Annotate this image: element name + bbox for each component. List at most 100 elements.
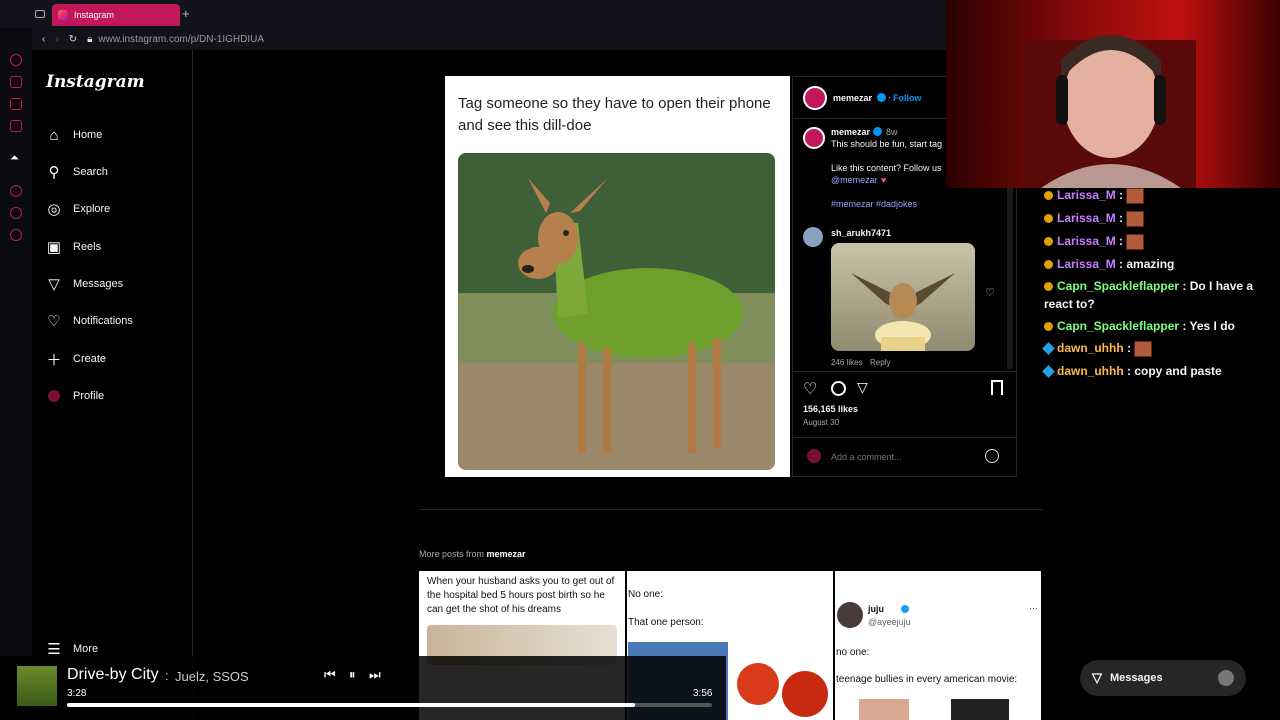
instagram-sidebar <box>32 50 193 720</box>
tomato-image <box>782 671 828 717</box>
browser-sidebar: ⏶ <box>0 0 32 720</box>
more-posts-heading: More posts from memezar <box>419 549 526 559</box>
author-name[interactable]: memezar <box>833 93 872 103</box>
tile-text: That one person: <box>628 617 704 628</box>
chat-message: Capn_Spackleflapper : Do I have a react … <box>1044 277 1264 313</box>
tile-text: When your husband asks you to get out of… <box>427 576 615 615</box>
caption-mention[interactable]: @memezar <box>831 175 878 185</box>
verified-icon <box>873 127 882 136</box>
more-post-tile[interactable]: juju @ayeejuju ··· no one: teenage bulli… <box>835 571 1041 720</box>
nav-notifications[interactable]: ♡ Notifications <box>45 312 133 330</box>
save-icon[interactable] <box>991 380 1003 395</box>
likes-count[interactable]: 156,165 likes <box>803 404 858 414</box>
plus-icon: ＋ <box>46 351 62 369</box>
nav-create[interactable]: ＋ Create <box>45 350 106 369</box>
chat-text: copy and paste <box>1134 364 1222 378</box>
elapsed-time: 3:28 <box>67 688 87 699</box>
comment-likes[interactable]: 246 likes <box>831 358 863 367</box>
chat-message: Larissa_M : <box>1044 209 1264 227</box>
sidebar-app-icon[interactable] <box>10 185 22 197</box>
nav-reels[interactable]: ▣ Reels <box>45 238 101 256</box>
instagram-logo[interactable]: Instagram <box>46 72 145 92</box>
total-time: 3:56 <box>693 688 713 699</box>
pause-icon[interactable]: ⏸ <box>349 667 356 683</box>
tab-workspace-icon[interactable] <box>35 10 45 18</box>
sidebar-app-icon[interactable] <box>10 76 22 88</box>
tile-text: no one: <box>836 647 870 658</box>
messages-button[interactable]: ▽ Messages <box>1080 660 1246 696</box>
more-options-icon[interactable]: ··· <box>1029 603 1038 613</box>
chat-username[interactable]: Larissa_M <box>1057 234 1116 248</box>
tile-text: teenage bullies in every american movie: <box>836 674 1018 685</box>
caption-avatar[interactable] <box>803 127 825 149</box>
reply-button[interactable]: Reply <box>870 358 890 367</box>
commenter-name[interactable]: sh_arukh7471 <box>831 228 891 238</box>
tab-instagram[interactable]: Instagram <box>52 4 180 26</box>
share-icon[interactable]: ▽ <box>857 379 868 396</box>
reload-icon[interactable]: ↻ <box>69 34 77 45</box>
messages-label: Messages <box>1110 672 1163 684</box>
nav-search[interactable]: ⚲ Search <box>45 163 108 181</box>
next-icon[interactable]: ⏭ <box>369 667 381 683</box>
comment-icon[interactable] <box>831 381 846 396</box>
chat-username[interactable]: Capn_Spackleflapper <box>1057 319 1179 333</box>
settings-icon[interactable] <box>10 229 22 241</box>
nav-home[interactable]: ⌂ Home <box>45 126 102 144</box>
chat-emote-icon <box>1134 340 1153 357</box>
back-icon[interactable]: ‹ <box>42 34 45 45</box>
messages-avatar <box>1218 670 1234 686</box>
comment-like-icon[interactable]: ♡ <box>985 286 995 299</box>
new-tab-button[interactable]: + <box>182 6 190 21</box>
previous-icon[interactable]: ⏮ <box>324 667 336 683</box>
chat-message: Capn_Spackleflapper : Yes I do <box>1044 317 1264 335</box>
nav-label: More <box>73 643 99 655</box>
caption-author[interactable]: memezar <box>831 127 870 137</box>
chat-username[interactable]: Larissa_M <box>1057 257 1116 271</box>
chat-colon: : <box>1115 257 1127 271</box>
send-icon: ▽ <box>48 276 60 293</box>
like-icon[interactable]: ♡ <box>803 379 817 399</box>
follow-button[interactable]: Follow <box>893 93 922 103</box>
stream-chat: Larissa_M : Larissa_M : Larissa_M : Lari… <box>1042 186 1280 406</box>
nav-explore[interactable]: ◎ Explore <box>45 200 110 218</box>
nav-label: Search <box>73 166 108 178</box>
chat-username[interactable]: Capn_Spackleflapper <box>1057 279 1179 293</box>
author-avatar[interactable] <box>803 86 827 110</box>
tweet-name: juju <box>868 604 884 614</box>
nav-label: Notifications <box>73 315 133 327</box>
forward-icon[interactable]: › <box>55 34 58 45</box>
nav-profile[interactable]: Profile <box>45 387 104 405</box>
sidebar-app-icon[interactable] <box>10 98 22 110</box>
post-media[interactable]: Tag someone so they have to open their p… <box>445 76 790 477</box>
more-posts-author[interactable]: memezar <box>487 549 526 559</box>
sidebar-app-icon[interactable] <box>10 120 22 132</box>
chat-colon: : <box>1115 211 1127 225</box>
panel-divider <box>793 437 1016 438</box>
streamer-image <box>1026 35 1196 188</box>
chat-username[interactable]: dawn_uhhh <box>1057 341 1124 355</box>
history-icon[interactable] <box>10 207 22 219</box>
heart-icon: ♡ <box>47 313 61 330</box>
commenter-avatar[interactable] <box>803 227 823 247</box>
avatar-icon <box>45 387 63 405</box>
comment-gif[interactable] <box>831 243 975 351</box>
chat-colon: : <box>1179 279 1190 293</box>
chat-username[interactable]: dawn_uhhh <box>1057 364 1124 378</box>
caption-hashtags[interactable]: #memezar #dadjokes <box>831 199 917 209</box>
chat-badge-icon <box>1044 191 1053 201</box>
add-comment-input[interactable] <box>831 449 981 465</box>
sidebar-app-icon[interactable]: ⏶ <box>10 152 19 165</box>
url-text[interactable]: www.instagram.com/p/DN-1IGHDIUA <box>98 34 264 45</box>
tile-photo <box>859 699 909 720</box>
progress-track[interactable] <box>67 703 712 707</box>
album-art <box>17 666 57 706</box>
chat-username[interactable]: Larissa_M <box>1057 211 1116 225</box>
send-icon: ▽ <box>1092 670 1102 685</box>
emoji-icon[interactable] <box>985 449 999 463</box>
chat-badge-icon <box>1044 322 1053 332</box>
chat-username[interactable]: Larissa_M <box>1057 188 1116 202</box>
home-icon: ⌂ <box>49 126 59 144</box>
chat-badge-icon <box>1044 282 1053 292</box>
sidebar-app-icon[interactable] <box>10 54 22 66</box>
nav-messages[interactable]: ▽ Messages <box>45 275 123 293</box>
